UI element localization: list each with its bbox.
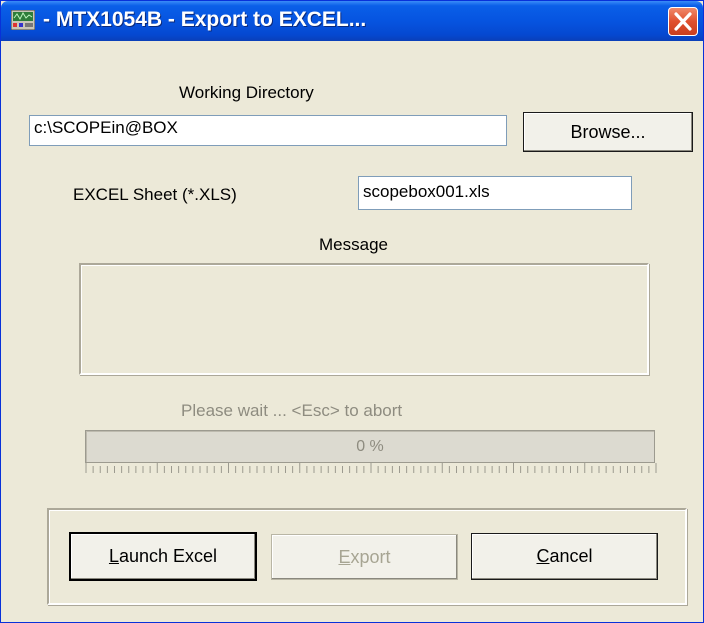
excel-sheet-label: EXCEL Sheet (*.XLS) xyxy=(73,185,237,204)
export-button[interactable]: Export xyxy=(271,534,458,580)
launch-excel-button[interactable]: Launch Excel xyxy=(69,532,257,581)
working-directory-label: Working Directory xyxy=(179,83,314,102)
working-directory-input[interactable]: c:\SCOPEin@BOX xyxy=(29,115,507,146)
excel-sheet-input[interactable]: scopebox001.xls xyxy=(358,176,632,210)
browse-button[interactable]: Browse... xyxy=(523,112,693,152)
export-mnemonic: E xyxy=(338,546,351,567)
progress-label: Please wait ... <Esc> to abort xyxy=(181,401,403,420)
export-label: xport xyxy=(350,546,391,567)
message-label: Message xyxy=(319,235,388,254)
progress-bar: 0 % xyxy=(85,430,655,463)
cancel-label: ancel xyxy=(549,546,593,566)
progress-percent: 0 % xyxy=(356,437,384,455)
close-icon xyxy=(674,12,692,31)
title-bar[interactable]: - MTX1054B - Export to EXCEL... xyxy=(1,1,703,41)
message-box xyxy=(79,263,649,375)
cancel-button[interactable]: Cancel xyxy=(471,533,658,580)
close-button[interactable] xyxy=(668,7,698,36)
oscilloscope-app-icon xyxy=(11,10,35,30)
launch-excel-label: aunch Excel xyxy=(118,546,218,566)
cancel-mnemonic: C xyxy=(536,546,550,566)
message-text xyxy=(81,265,647,277)
window-title: - MTX1054B - Export to EXCEL... xyxy=(43,8,367,31)
progress-scale xyxy=(85,463,657,473)
launch-excel-mnemonic: L xyxy=(108,546,119,566)
export-dialog-window: - MTX1054B - Export to EXCEL... Working … xyxy=(0,0,704,623)
